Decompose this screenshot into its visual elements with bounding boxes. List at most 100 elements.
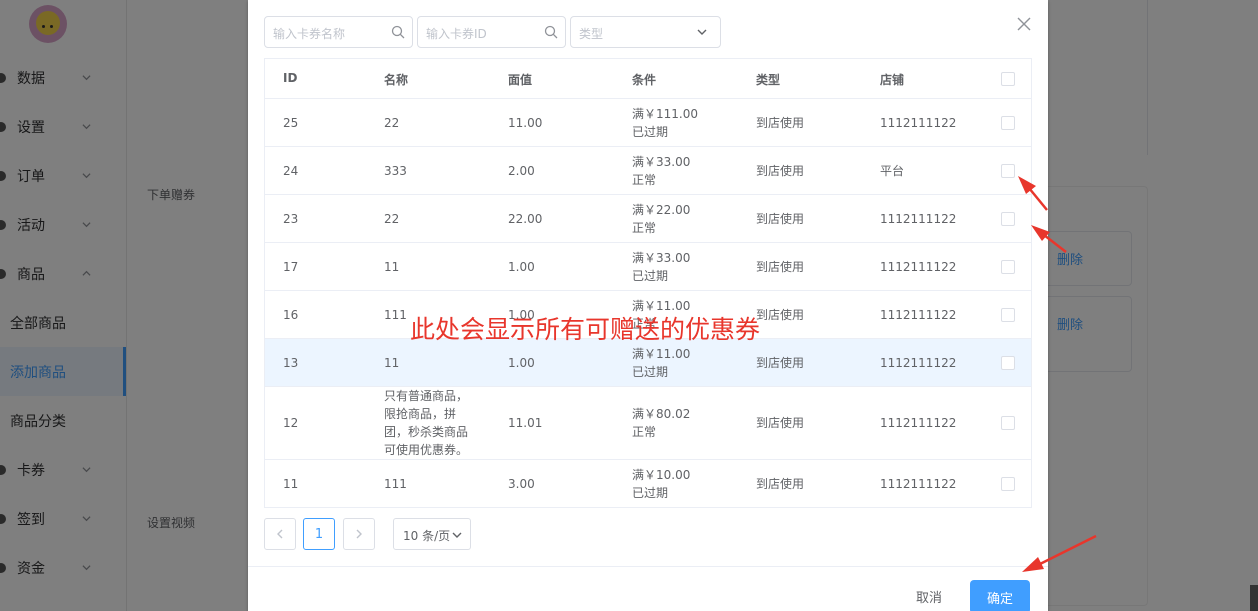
cell-name: 团，秒杀类商品 — [384, 425, 469, 439]
cell-store: 1112111122 — [880, 416, 957, 430]
prev-page-button[interactable] — [264, 518, 296, 550]
coupon-table: ID 名称 面值 条件 类型 店铺 25 22 11.00 满￥111.00 已… — [264, 58, 1032, 508]
cell-condition: 满￥11.00 — [632, 347, 691, 361]
page-number-button[interactable]: 1 — [303, 518, 335, 550]
cell-value: 22.00 — [508, 212, 543, 226]
column-header-type: 类型 — [756, 73, 781, 87]
coupon-id-search-input[interactable]: 输入卡券ID — [417, 16, 566, 48]
select-all-checkbox[interactable] — [1001, 72, 1015, 86]
cell-name: 22 — [384, 116, 400, 130]
cell-type: 到店使用 — [756, 416, 805, 430]
coupon-type-select[interactable]: 类型 — [570, 16, 721, 48]
search-icon[interactable] — [544, 25, 558, 39]
column-header-value: 面值 — [508, 73, 533, 87]
cell-status: 正常 — [632, 173, 657, 187]
annotation-text: 此处会显示所有可赠送的优惠券 — [410, 315, 761, 344]
row-checkbox[interactable] — [1001, 260, 1015, 274]
cell-condition: 满￥10.00 — [632, 468, 691, 482]
column-header-name: 名称 — [384, 73, 409, 87]
cell-store: 1112111122 — [880, 308, 957, 322]
cell-value: 3.00 — [508, 477, 535, 491]
search-placeholder: 输入卡券名称 — [273, 27, 346, 41]
cell-name: 11 — [384, 356, 400, 370]
chevron-down-icon — [697, 29, 707, 35]
table-row[interactable]: 24 333 2.00 满￥33.00 正常 到店使用 平台 — [265, 147, 1031, 195]
search-placeholder: 输入卡券ID — [426, 27, 487, 41]
cell-id: 24 — [283, 164, 299, 178]
confirm-button[interactable]: 确定 — [970, 580, 1030, 611]
row-checkbox[interactable] — [1001, 416, 1015, 430]
cell-store: 1112111122 — [880, 260, 957, 274]
cell-value: 2.00 — [508, 164, 535, 178]
table-header: ID 名称 面值 条件 类型 店铺 — [265, 59, 1031, 99]
cell-id: 16 — [283, 308, 299, 322]
cell-id: 13 — [283, 356, 299, 370]
row-checkbox[interactable] — [1001, 477, 1015, 491]
cell-store: 1112111122 — [880, 116, 957, 130]
page-size-value: 10 条/页 — [403, 529, 451, 543]
coupon-select-dialog: 输入卡券名称 输入卡券ID 类型 ID 名称 面值 条件 类型 店铺 25 22… — [248, 0, 1048, 611]
row-checkbox[interactable] — [1001, 212, 1015, 226]
scrollbar[interactable] — [1250, 585, 1258, 611]
cell-status: 正常 — [632, 425, 657, 439]
row-checkbox[interactable] — [1001, 356, 1015, 370]
chevron-right-icon — [356, 529, 362, 539]
next-page-button[interactable] — [343, 518, 375, 550]
row-checkbox[interactable] — [1001, 164, 1015, 178]
cancel-button[interactable]: 取消 — [908, 580, 950, 611]
cell-id: 25 — [283, 116, 299, 130]
cell-name: 可使用优惠券。 — [384, 443, 469, 457]
chevron-left-icon — [277, 529, 283, 539]
page-size-select[interactable]: 10 条/页 — [393, 518, 471, 550]
cell-id: 17 — [283, 260, 299, 274]
cell-name: 333 — [384, 164, 407, 178]
cell-store: 1112111122 — [880, 212, 957, 226]
cell-value: 11.01 — [508, 416, 543, 430]
select-placeholder: 类型 — [579, 27, 604, 41]
table-row[interactable]: 17 11 1.00 满￥33.00 已过期 到店使用 1112111122 — [265, 243, 1031, 291]
cell-condition: 满￥33.00 — [632, 251, 691, 265]
cell-name: 111 — [384, 308, 407, 322]
cell-id: 11 — [283, 477, 299, 491]
cell-condition: 满￥33.00 — [632, 155, 691, 169]
cell-name: 只有普通商品， — [384, 389, 469, 403]
cell-type: 到店使用 — [756, 260, 805, 274]
cell-type: 到店使用 — [756, 356, 805, 370]
cell-id: 23 — [283, 212, 299, 226]
column-header-condition: 条件 — [632, 73, 657, 87]
coupon-name-search-input[interactable]: 输入卡券名称 — [264, 16, 413, 48]
row-checkbox[interactable] — [1001, 308, 1015, 322]
table-row[interactable]: 12 只有普通商品， 限抢商品，拼 团，秒杀类商品 可使用优惠券。 11.01 … — [265, 387, 1031, 460]
search-icon[interactable] — [391, 25, 405, 39]
cell-type: 到店使用 — [756, 164, 805, 178]
cell-condition: 满￥111.00 — [632, 107, 698, 121]
cell-type: 到店使用 — [756, 477, 805, 491]
cell-condition: 满￥22.00 — [632, 203, 691, 217]
cell-id: 12 — [283, 416, 299, 430]
cell-value: 11.00 — [508, 116, 543, 130]
cell-name: 22 — [384, 212, 400, 226]
cell-name: 限抢商品，拼 — [384, 407, 457, 421]
row-checkbox[interactable] — [1001, 116, 1015, 130]
cell-status: 已过期 — [632, 486, 669, 500]
close-icon[interactable] — [1016, 16, 1032, 32]
cell-type: 到店使用 — [756, 308, 805, 322]
table-row[interactable]: 11 111 3.00 满￥10.00 已过期 到店使用 1112111122 — [265, 460, 1031, 508]
column-header-store: 店铺 — [880, 73, 905, 87]
table-row[interactable]: 25 22 11.00 满￥111.00 已过期 到店使用 1112111122 — [265, 99, 1031, 147]
cell-type: 到店使用 — [756, 212, 805, 226]
cell-store: 1112111122 — [880, 356, 957, 370]
cell-type: 到店使用 — [756, 116, 805, 130]
cell-status: 已过期 — [632, 125, 669, 139]
chevron-down-icon — [452, 532, 462, 538]
cell-name: 111 — [384, 477, 407, 491]
cell-status: 已过期 — [632, 269, 669, 283]
table-row-hovered[interactable]: 13 11 1.00 满￥11.00 已过期 到店使用 1112111122 — [265, 339, 1031, 387]
cell-name: 11 — [384, 260, 400, 274]
cell-value: 1.00 — [508, 356, 535, 370]
cell-status: 正常 — [632, 221, 657, 235]
cell-value: 1.00 — [508, 260, 535, 274]
table-row[interactable]: 23 22 22.00 满￥22.00 正常 到店使用 1112111122 — [265, 195, 1031, 243]
cell-status: 已过期 — [632, 365, 669, 379]
cell-condition: 满￥80.02 — [632, 407, 691, 421]
